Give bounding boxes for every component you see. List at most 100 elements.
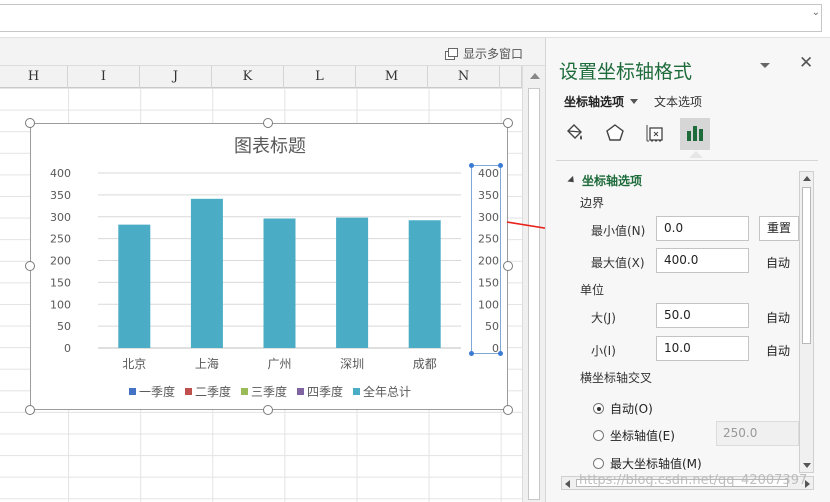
radio-unselected-icon[interactable] — [593, 458, 604, 469]
y-tick-label: 0 — [64, 342, 71, 355]
min-value-field[interactable]: 0.0 — [656, 216, 749, 241]
plot-area[interactable]: 0501001502002503003504000501001502002503… — [31, 124, 509, 411]
bar — [336, 217, 369, 348]
scroll-up-icon[interactable] — [803, 176, 811, 181]
chart-legend[interactable]: 一季度 二季度 三季度 四季度 全年总计 — [31, 383, 509, 400]
chart-resize-handle[interactable] — [503, 261, 513, 271]
x-tick-label: 深圳 — [340, 357, 364, 371]
legend-label: 四季度 — [307, 385, 344, 399]
selection-handle[interactable] — [498, 163, 503, 168]
pane-options-dropdown-icon[interactable] — [760, 63, 770, 68]
pentagon-icon — [604, 122, 626, 147]
x-tick-label: 成都 — [413, 357, 437, 371]
reset-button[interactable]: 重置 — [759, 216, 799, 241]
x-tick-label: 上海 — [195, 356, 219, 371]
legend-item[interactable]: 一季度 — [128, 383, 175, 400]
size-properties-icon — [644, 122, 666, 147]
legend-swatch — [184, 388, 192, 395]
tab-axis-options-label: 坐标轴选项 — [564, 95, 625, 109]
scrollbar-thumb[interactable] — [802, 187, 811, 344]
selection-handle[interactable] — [469, 351, 474, 356]
bar — [190, 198, 223, 348]
column-header[interactable] — [500, 66, 522, 88]
chevron-down-icon[interactable] — [630, 99, 639, 104]
formula-input[interactable] — [0, 4, 822, 32]
legend-label: 二季度 — [194, 385, 231, 399]
radio-auto-label: 自动(O) — [610, 402, 653, 416]
axis-cross-label: 横坐标轴交叉 — [580, 371, 653, 385]
x-tick-label: 广州 — [267, 357, 291, 371]
legend-item[interactable]: 全年总计 — [353, 383, 411, 400]
radio-max-axis-value[interactable]: 最大坐标轴值(M) — [593, 455, 702, 472]
radio-axis-value[interactable]: 坐标轴值(E) — [593, 427, 675, 444]
major-auto-label: 自动 — [766, 311, 791, 325]
scroll-down-icon[interactable] — [803, 463, 811, 468]
units-label: 单位 — [580, 283, 605, 297]
multi-window-button[interactable]: 显示多窗口 — [444, 45, 523, 62]
selection-handle[interactable] — [469, 163, 474, 168]
chart-resize-handle[interactable] — [25, 405, 35, 415]
legend-item[interactable]: 二季度 — [184, 383, 231, 400]
section-title: 坐标轴选项 — [582, 174, 643, 188]
y-tick-label: 100 — [50, 298, 71, 311]
multi-window-label: 显示多窗口 — [462, 47, 523, 61]
tab-axis-options[interactable]: 坐标轴选项 — [564, 93, 639, 110]
max-auto-label: 自动 — [766, 256, 791, 270]
bar — [408, 220, 441, 348]
radio-axis-value-label: 坐标轴值(E) — [610, 429, 675, 443]
sheet-vertical-scrollbar[interactable] — [522, 66, 545, 502]
y-tick-label: 400 — [50, 167, 71, 180]
scroll-left-icon[interactable] — [565, 480, 570, 488]
chart[interactable]: 图表标题 0 50 100 150 200 250 300 350 400 0 50 100 150 20… — [30, 123, 508, 410]
collapse-triangle-icon[interactable] — [567, 175, 577, 186]
secondary-axis-selection[interactable] — [469, 163, 503, 356]
minor-auto-label: 自动 — [766, 344, 791, 358]
chart-resize-handle[interactable] — [263, 405, 273, 415]
pane-tabs: 坐标轴选项 文本选项 — [564, 93, 702, 110]
y-tick-label: 300 — [50, 211, 71, 224]
column-header[interactable]: N — [428, 66, 500, 88]
column-header[interactable]: J — [140, 66, 212, 88]
format-axis-pane: 设置坐标轴格式 ✕ 坐标轴选项 文本选项 坐标轴选项 边界 最小值(N) 0.0… — [545, 38, 830, 502]
column-header[interactable]: M — [356, 66, 428, 88]
radio-max-axis-label: 最大坐标轴值(M) — [610, 457, 702, 471]
legend-label: 三季度 — [250, 385, 287, 399]
radio-unselected-icon[interactable] — [593, 430, 604, 441]
radio-auto[interactable]: 自动(O) — [593, 400, 653, 417]
major-unit-field[interactable]: 50.0 — [656, 303, 749, 328]
close-icon[interactable]: ✕ — [799, 53, 813, 73]
column-header[interactable]: H — [0, 66, 68, 88]
chart-resize-handle[interactable] — [25, 261, 35, 271]
multi-window-icon — [444, 47, 459, 60]
y-tick-label: 50 — [57, 320, 71, 333]
max-value-field[interactable]: 400.0 — [656, 248, 749, 273]
column-header[interactable]: I — [68, 66, 140, 88]
column-header[interactable]: K — [212, 66, 284, 88]
axis-options-button[interactable] — [680, 118, 710, 150]
legend-item[interactable]: 四季度 — [297, 383, 343, 400]
chart-resize-handle[interactable] — [263, 118, 273, 128]
minor-unit-field[interactable]: 10.0 — [656, 336, 749, 361]
y-tick-label: 350 — [50, 189, 71, 202]
fill-line-button[interactable] — [560, 118, 590, 150]
effects-button[interactable] — [600, 118, 630, 150]
radio-selected-icon[interactable] — [593, 403, 604, 414]
scroll-up-icon[interactable] — [530, 73, 540, 79]
column-headers: HIJKLMN — [0, 66, 522, 88]
legend-item[interactable]: 三季度 — [240, 383, 287, 400]
y-tick-label: 200 — [50, 255, 71, 268]
chart-resize-handle[interactable] — [25, 118, 35, 128]
pane-vertical-scrollbar[interactable] — [799, 171, 814, 473]
divider — [556, 160, 818, 161]
max-label: 最大值(X) — [591, 256, 645, 270]
scrollbar-thumb[interactable] — [528, 88, 540, 500]
selection-handle[interactable] — [498, 351, 503, 356]
expand-formula-bar-icon[interactable]: ⌄ — [812, 7, 820, 18]
chart-resize-handle[interactable] — [503, 118, 513, 128]
column-header[interactable]: L — [284, 66, 356, 88]
size-properties-button[interactable] — [640, 118, 670, 150]
chart-resize-handle[interactable] — [503, 405, 513, 415]
section-axis-options[interactable]: 坐标轴选项 — [567, 172, 643, 189]
tab-text-options[interactable]: 文本选项 — [654, 93, 702, 110]
axis-value-field: 250.0 — [716, 421, 799, 446]
